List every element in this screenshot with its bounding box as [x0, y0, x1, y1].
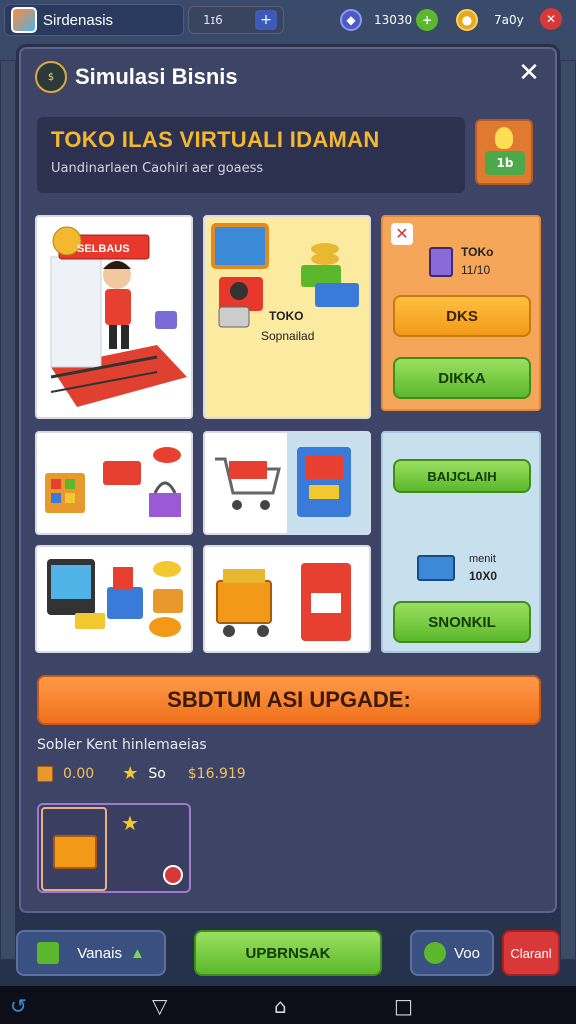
close-panel-button[interactable]: ✕ — [515, 59, 543, 87]
shop-banner: TOKO ILAS VIRTUALI IDAMAN Uandinarlaen C… — [37, 117, 465, 193]
back-system-icon[interactable]: ↺ — [10, 994, 27, 1018]
check-icon — [424, 942, 447, 964]
vanais-button[interactable]: Vanais ▲ — [16, 930, 166, 976]
star-icon: ★ — [122, 763, 139, 784]
star-reward-icon: ★ — [121, 811, 139, 835]
gem-icon: ◆ — [340, 9, 362, 31]
money-stat-value: $16.919 — [187, 765, 246, 782]
inventory-slots: ★ — [37, 803, 191, 893]
side-item-icon — [417, 555, 455, 581]
gift-items-illustration — [45, 447, 181, 517]
cart-tile[interactable] — [203, 431, 371, 535]
coin-resource: ● 7a0y — [456, 8, 524, 32]
bottom-bar: Vanais ▲ UPBRNSAK Voo Claranl — [0, 920, 576, 986]
add-count-button[interactable]: + — [255, 10, 277, 30]
gadget-caption-2: Sopnailad — [261, 329, 315, 343]
side-primary-button[interactable]: BAIJCLAIH — [393, 459, 531, 493]
gift-items-tile[interactable] — [35, 431, 193, 535]
app-logo-icon — [11, 7, 37, 33]
background-building — [0, 60, 16, 960]
coin-icon: ● — [456, 9, 478, 31]
offer-secondary-button[interactable]: DIKKA — [393, 357, 531, 399]
business-sim-panel: $ Simulasi Bisnis ✕ TOKO ILAS VIRTUALI I… — [16, 44, 560, 916]
nav-home-icon[interactable]: ⌂ — [274, 994, 287, 1018]
gadget-tile[interactable]: TOKO Sopnailad — [203, 215, 371, 419]
electronics-illustration — [47, 559, 183, 637]
banner-subtitle: Uandinarlaen Caohiri aer goaess — [51, 161, 264, 176]
gem-value: 13030 — [374, 13, 413, 27]
arrow-up-icon: ▲ — [129, 944, 145, 962]
stats-label: Sobler Kent hinlemaeias — [37, 737, 207, 753]
fire-deal-icon[interactable]: 1b — [475, 119, 533, 185]
side-secondary-button[interactable]: SNONKIL — [393, 601, 531, 643]
panel-header: $ Simulasi Bisnis — [35, 61, 238, 93]
nav-back-icon[interactable]: ▽ — [152, 994, 167, 1018]
electronics-tile[interactable] — [35, 545, 193, 653]
close-app-icon[interactable]: ✕ — [540, 8, 562, 30]
gem-resource: ◆ 13030 + — [340, 8, 439, 32]
count-label: 1ɪ6 — [203, 13, 223, 27]
background-building — [560, 60, 576, 960]
offer-primary-button[interactable]: DKS — [393, 295, 531, 337]
system-nav-bar: ↺ ▽ ⌂ □ — [0, 986, 576, 1024]
flame-icon — [495, 127, 513, 149]
remove-slot-icon[interactable] — [163, 865, 183, 885]
box-stat-value: 0.00 — [63, 765, 95, 782]
top-bar: Sirdenasis 1ɪ6 + ◆ 13030 + ● 7a0y ✕ — [0, 0, 576, 42]
voo-button[interactable]: Voo — [410, 930, 494, 976]
upgrade-button[interactable]: SBDTUM ASI UPGADE: — [37, 675, 541, 725]
side-item-value: 10X0 — [469, 569, 498, 583]
shop-sign-text: SELBAUS — [77, 243, 130, 255]
trolley-tile[interactable] — [203, 545, 371, 653]
stats-row: 0.00 ★ So $16.919 — [37, 763, 246, 784]
inventory-slot[interactable] — [41, 807, 107, 891]
offer-name: TOKo — [461, 245, 494, 259]
banner-title: TOKO ILAS VIRTUALI IDAMAN — [51, 127, 380, 152]
clear-button[interactable]: Claranl — [502, 930, 560, 976]
add-gem-button[interactable]: + — [416, 9, 439, 31]
panel-title: Simulasi Bisnis — [75, 64, 238, 89]
gadget-caption-1: TOKO — [269, 309, 304, 323]
business-badge-icon: $ — [35, 61, 67, 93]
remove-offer-icon[interactable]: ✕ — [391, 223, 413, 245]
product-box-icon — [429, 247, 453, 277]
upgrade-confirm-button[interactable]: UPBRNSAK — [194, 930, 382, 976]
side-item-name: menit — [469, 553, 496, 565]
offer-value: 11/10 — [461, 263, 491, 277]
trolley-illustration — [216, 563, 351, 641]
vanais-label: Vanais — [77, 944, 122, 962]
nav-recents-icon[interactable]: □ — [394, 994, 413, 1018]
count-chip: 1ɪ6 + — [188, 6, 284, 34]
box-icon — [37, 765, 53, 782]
shopkeeper-tile[interactable]: SELBAUS — [35, 215, 193, 419]
app-chip[interactable]: Sirdenasis — [4, 4, 184, 36]
coin-value: 7a0y — [494, 13, 524, 27]
app-name: Sirdenasis — [43, 11, 114, 29]
voo-label: Voo — [454, 944, 480, 962]
crate-icon — [53, 835, 97, 869]
deal-badge: 1b — [485, 151, 525, 175]
star-stat-value: So — [148, 765, 166, 782]
cart-illustration — [205, 433, 369, 533]
shop-bag-icon — [37, 942, 60, 964]
